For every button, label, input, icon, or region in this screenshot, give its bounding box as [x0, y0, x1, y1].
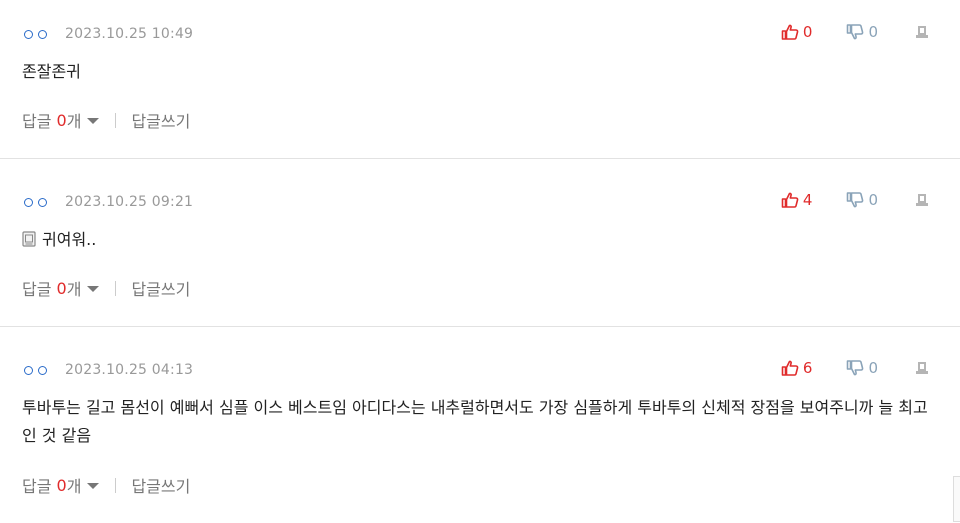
dislike-count: 0	[868, 359, 878, 377]
comment-item: 2023.10.25 04:13 6 0 투바투는 길고 몸선이 예뻐서 심플 …	[0, 327, 960, 523]
comment-actions: 0 0	[781, 22, 930, 42]
write-reply-link[interactable]: 답글쓰기	[131, 473, 190, 497]
dislike-button[interactable]: 0	[846, 359, 878, 377]
reply-label: 답글	[22, 112, 57, 131]
comment-text: 투바투는 길고 몸선이 예뻐서 심플 이스 베스트임 아디다스는 내추럴하면서도…	[22, 398, 928, 445]
report-icon[interactable]	[914, 360, 930, 376]
user-dot	[24, 197, 33, 207]
caret-down-icon	[87, 118, 100, 124]
dislike-button[interactable]: 0	[846, 191, 878, 209]
comment-meta: 2023.10.25 04:13	[24, 360, 193, 380]
thumbs-up-icon	[781, 24, 799, 40]
report-icon[interactable]	[914, 24, 930, 40]
scrollbar-fragment[interactable]	[953, 476, 960, 522]
thumbs-down-icon	[847, 24, 864, 40]
write-reply-link[interactable]: 답글쓰기	[131, 276, 190, 300]
reply-unit: 개	[66, 477, 82, 496]
user-dot	[24, 29, 33, 39]
like-button[interactable]: 0	[781, 23, 813, 41]
thumbs-down-icon	[847, 192, 864, 208]
like-button[interactable]: 4	[781, 191, 813, 209]
report-icon[interactable]	[914, 192, 930, 208]
sticker-icon	[22, 231, 36, 247]
reply-label: 답글	[22, 477, 57, 496]
write-reply-link[interactable]: 답글쓰기	[131, 108, 190, 132]
reply-row: 답글 0 개 답글쓰기	[22, 276, 190, 300]
reply-row: 답글 0 개 답글쓰기	[22, 473, 190, 497]
like-count: 4	[802, 191, 813, 209]
comment-item: 2023.10.25 09:21 4 0 귀여워.. 답글 0 개 답글쓰기	[0, 159, 960, 327]
user-dot	[38, 197, 47, 207]
comment-actions: 6 0	[781, 358, 930, 378]
like-count: 6	[802, 359, 813, 377]
reply-toggle[interactable]: 답글 0 개	[22, 276, 100, 300]
comment-date: 2023.10.25 09:21	[65, 194, 194, 210]
dislike-count: 0	[868, 191, 878, 209]
dislike-button[interactable]: 0	[846, 23, 878, 41]
comment-item: 2023.10.25 10:49 0 0 존잘존귀 답글 0 개 답글쓰기	[0, 0, 960, 159]
reply-toggle[interactable]: 답글 0 개	[22, 108, 100, 132]
user-dot	[24, 365, 33, 375]
comment-meta: 2023.10.25 09:21	[24, 192, 193, 212]
comment-text: 귀여워..	[42, 230, 97, 249]
user-dot	[38, 365, 47, 375]
user-dot	[38, 29, 47, 39]
reply-row: 답글 0 개 답글쓰기	[22, 108, 190, 132]
comment-text: 존잘존귀	[22, 62, 81, 81]
masked-user-icon[interactable]	[24, 197, 47, 207]
reply-count: 0	[56, 278, 67, 298]
reply-count: 0	[56, 475, 67, 495]
caret-down-icon	[87, 483, 100, 489]
reply-unit: 개	[66, 280, 82, 299]
masked-user-icon[interactable]	[24, 365, 47, 375]
thumbs-up-icon	[781, 192, 799, 208]
thumbs-up-icon	[781, 360, 799, 376]
thumbs-down-icon	[847, 360, 864, 376]
reply-toggle[interactable]: 답글 0 개	[22, 473, 100, 497]
divider	[115, 477, 117, 493]
reply-count: 0	[56, 110, 67, 130]
divider	[115, 280, 117, 296]
comment-date: 2023.10.25 10:49	[65, 26, 194, 42]
comment-body: 귀여워..	[22, 226, 934, 254]
caret-down-icon	[87, 286, 100, 292]
comment-date: 2023.10.25 04:13	[65, 362, 194, 378]
reply-label: 답글	[22, 280, 57, 299]
comment-meta: 2023.10.25 10:49	[24, 24, 193, 44]
like-button[interactable]: 6	[781, 359, 813, 377]
like-count: 0	[802, 23, 813, 41]
comment-actions: 4 0	[781, 190, 930, 210]
divider	[115, 112, 117, 128]
reply-unit: 개	[66, 112, 82, 131]
masked-user-icon[interactable]	[24, 29, 47, 39]
dislike-count: 0	[868, 23, 878, 41]
